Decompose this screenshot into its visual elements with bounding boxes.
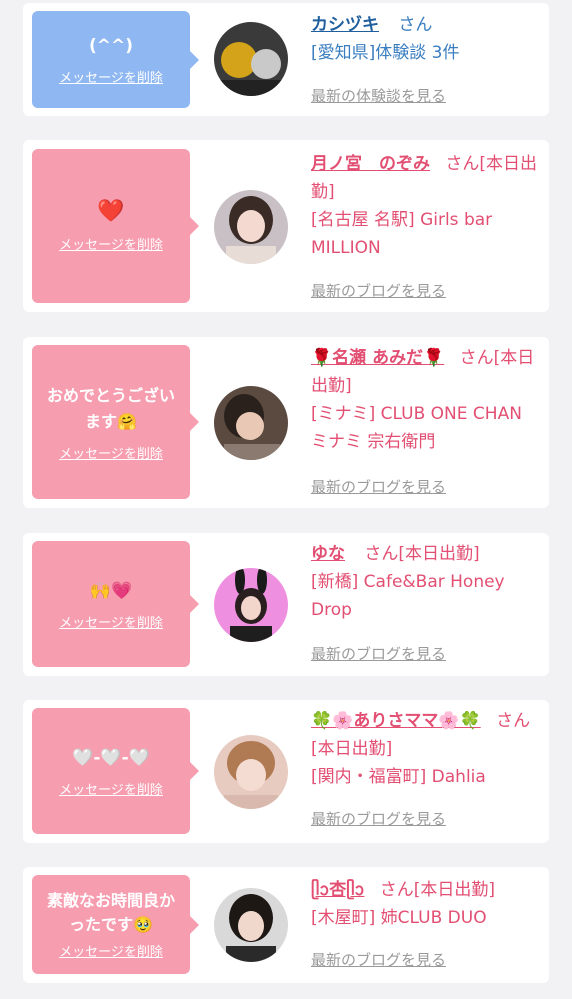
list-item: 素敵なお時間良かったです🥹 メッセージを削除 ᥫᩣ杏ᥫᩣ さん[本日出勤] [木… <box>23 867 549 983</box>
latest-blog-link[interactable]: 最新のブログを見る <box>311 476 446 497</box>
message-text: 🙌💗 <box>89 580 133 601</box>
list-item: 🤍-🤍-🤍 メッセージを削除 🍀🌸ありさママ🌸🍀 さん[本日出勤] [関内・福富… <box>23 700 549 843</box>
avatar[interactable] <box>214 888 288 962</box>
user-info: 🌹名瀬 あみだ🌹 さん[本日出勤] [ミナミ] CLUB ONE CHAN ミナ… <box>311 344 543 456</box>
message-text: (^^) <box>88 36 134 56</box>
name-suffix: さん[本日出勤] <box>379 880 496 900</box>
latest-blog-link[interactable]: 最新のブログを見る <box>311 949 446 970</box>
user-detail: [名古屋 名駅] Girls bar MILLION <box>311 210 493 258</box>
name-suffix: さん <box>398 15 433 35</box>
delete-message-link[interactable]: メッセージを削除 <box>59 443 163 462</box>
avatar[interactable] <box>214 22 288 96</box>
user-detail: [新橋] Cafe&Bar Honey Drop <box>311 572 505 620</box>
user-detail: [木屋町] 姉CLUB DUO <box>311 908 487 928</box>
user-info: 🍀🌸ありさママ🌸🍀 さん[本日出勤] [関内・福富町] Dahlia <box>311 707 543 791</box>
user-name-link[interactable]: 月ノ宮 のぞみ <box>311 154 430 174</box>
user-detail: [関内・福富町] Dahlia <box>311 767 486 787</box>
latest-blog-link[interactable]: 最新のブログを見る <box>311 280 446 301</box>
avatar[interactable] <box>214 386 288 460</box>
list-item: ❤️ メッセージを削除 月ノ宮 のぞみ さん[本日出勤] [名古屋 名駅] Gi… <box>23 140 549 312</box>
user-name-link[interactable]: ᥫᩣ杏ᥫᩣ <box>311 880 364 900</box>
user-info: 月ノ宮 のぞみ さん[本日出勤] [名古屋 名駅] Girls bar MILL… <box>311 150 543 262</box>
user-name-link[interactable]: ゆな <box>311 544 345 564</box>
user-name-link[interactable]: カシヅキ <box>311 15 379 35</box>
user-info: ᥫᩣ杏ᥫᩣ さん[本日出勤] [木屋町] 姉CLUB DUO <box>311 876 543 932</box>
message-bubble: ❤️ メッセージを削除 <box>32 149 199 303</box>
user-name-link[interactable]: 🌹名瀬 あみだ🌹 <box>311 348 444 368</box>
message-text: おめでとうございます🤗 <box>46 385 175 431</box>
avatar[interactable] <box>214 568 288 642</box>
list-item: おめでとうございます🤗 メッセージを削除 🌹名瀬 あみだ🌹 さん[本日出勤] [… <box>23 337 549 508</box>
user-name-link[interactable]: 🍀🌸ありさママ🌸🍀 <box>311 711 481 731</box>
message-bubble: 🙌💗 メッセージを削除 <box>32 541 199 667</box>
user-info: ゆな さん[本日出勤] [新橋] Cafe&Bar Honey Drop <box>311 540 543 624</box>
message-bubble: 🤍-🤍-🤍 メッセージを削除 <box>32 708 199 834</box>
delete-message-link[interactable]: メッセージを削除 <box>59 67 163 86</box>
latest-blog-link[interactable]: 最新のブログを見る <box>311 808 446 829</box>
message-bubble: (^^) メッセージを削除 <box>32 11 199 108</box>
user-info: カシヅキ さん [愛知県]体験談 3件 <box>311 11 543 67</box>
message-bubble: おめでとうございます🤗 メッセージを削除 <box>32 345 199 499</box>
latest-review-link[interactable]: 最新の体験談を見る <box>311 85 446 106</box>
delete-message-link[interactable]: メッセージを削除 <box>59 234 163 253</box>
user-detail: [ミナミ] CLUB ONE CHAN ミナミ 宗右衛門 <box>311 404 522 452</box>
list-item: (^^) メッセージを削除 カシヅキ さん [愛知県]体験談 3件 最新の体験談… <box>23 3 549 116</box>
delete-message-link[interactable]: メッセージを削除 <box>59 941 163 960</box>
message-text: 素敵なお時間良かったです🥹 <box>46 891 175 934</box>
delete-message-link[interactable]: メッセージを削除 <box>59 612 163 631</box>
latest-blog-link[interactable]: 最新のブログを見る <box>311 643 446 664</box>
delete-message-link[interactable]: メッセージを削除 <box>59 779 163 798</box>
user-detail: [愛知県]体験談 3件 <box>311 43 460 63</box>
message-text: ❤️ <box>97 199 125 224</box>
message-list: (^^) メッセージを削除 カシヅキ さん [愛知県]体験談 3件 最新の体験談… <box>0 0 572 999</box>
message-text: 🤍-🤍-🤍 <box>72 747 150 768</box>
message-bubble: 素敵なお時間良かったです🥹 メッセージを削除 <box>32 875 199 974</box>
list-item: 🙌💗 メッセージを削除 ゆな さん[本日出勤] [新橋] Cafe&Bar Ho… <box>23 533 549 676</box>
name-suffix: さん[本日出勤] <box>364 544 480 564</box>
avatar[interactable] <box>214 735 288 809</box>
avatar[interactable] <box>214 190 288 264</box>
